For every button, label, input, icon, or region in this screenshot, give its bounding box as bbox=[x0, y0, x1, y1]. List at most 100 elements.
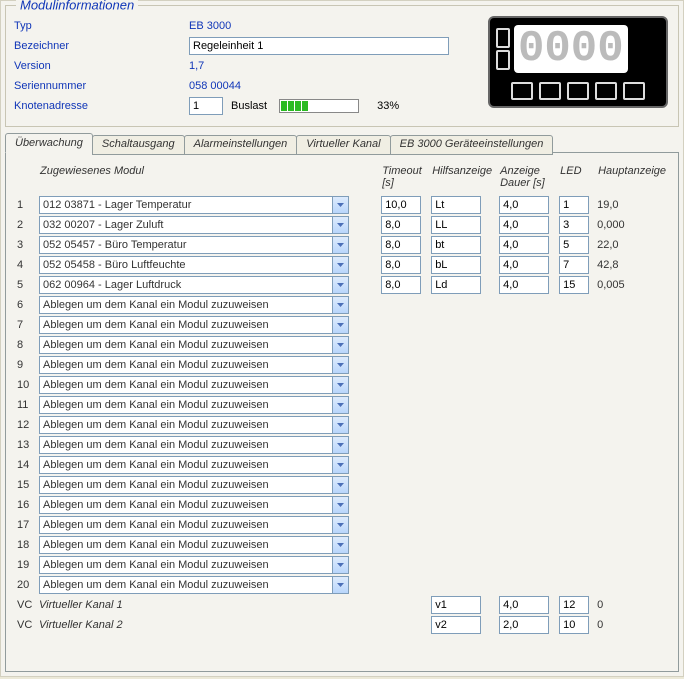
module-combo-input[interactable] bbox=[39, 316, 332, 334]
tab-schaltausgang[interactable]: Schaltausgang bbox=[92, 135, 185, 155]
module-combo[interactable] bbox=[39, 496, 349, 514]
module-combo[interactable] bbox=[39, 316, 349, 334]
module-combo[interactable] bbox=[39, 536, 349, 554]
timeout-input[interactable] bbox=[381, 196, 421, 214]
chevron-down-icon[interactable] bbox=[332, 476, 349, 494]
chevron-down-icon[interactable] bbox=[332, 276, 349, 294]
chevron-down-icon[interactable] bbox=[332, 256, 349, 274]
module-combo[interactable] bbox=[39, 276, 349, 294]
module-combo[interactable] bbox=[39, 396, 349, 414]
dauer-input[interactable] bbox=[499, 236, 549, 254]
module-combo-input[interactable] bbox=[39, 336, 332, 354]
bezeichner-input[interactable] bbox=[189, 37, 449, 55]
module-combo[interactable] bbox=[39, 336, 349, 354]
table-row: 17 bbox=[14, 515, 670, 535]
led-input[interactable] bbox=[559, 256, 589, 274]
timeout-input[interactable] bbox=[381, 256, 421, 274]
module-combo[interactable] bbox=[39, 256, 349, 274]
row-number: 7 bbox=[14, 315, 36, 335]
hilfsanzeige-input[interactable] bbox=[431, 596, 481, 614]
module-combo-input[interactable] bbox=[39, 436, 332, 454]
led-input[interactable] bbox=[559, 196, 589, 214]
module-combo[interactable] bbox=[39, 556, 349, 574]
chevron-down-icon[interactable] bbox=[332, 196, 349, 214]
chevron-down-icon[interactable] bbox=[332, 496, 349, 514]
module-combo-input[interactable] bbox=[39, 536, 332, 554]
tab-alarm[interactable]: Alarmeinstellungen bbox=[184, 135, 298, 155]
lcd-indicator-box bbox=[623, 82, 645, 100]
module-combo-input[interactable] bbox=[39, 396, 332, 414]
module-combo-input[interactable] bbox=[39, 416, 332, 434]
module-combo-input[interactable] bbox=[39, 376, 332, 394]
timeout-input[interactable] bbox=[381, 236, 421, 254]
module-combo[interactable] bbox=[39, 376, 349, 394]
led-input[interactable] bbox=[559, 216, 589, 234]
hilfsanzeige-input[interactable] bbox=[431, 616, 481, 634]
chevron-down-icon[interactable] bbox=[332, 396, 349, 414]
hilfsanzeige-input[interactable] bbox=[431, 236, 481, 254]
chevron-down-icon[interactable] bbox=[332, 316, 349, 334]
module-combo[interactable] bbox=[39, 236, 349, 254]
hilfsanzeige-input[interactable] bbox=[431, 256, 481, 274]
module-combo[interactable] bbox=[39, 416, 349, 434]
module-combo[interactable] bbox=[39, 296, 349, 314]
module-combo-input[interactable] bbox=[39, 196, 332, 214]
module-combo-input[interactable] bbox=[39, 476, 332, 494]
timeout-input[interactable] bbox=[381, 276, 421, 294]
chevron-down-icon[interactable] bbox=[332, 456, 349, 474]
chevron-down-icon[interactable] bbox=[332, 416, 349, 434]
hilfsanzeige-input[interactable] bbox=[431, 216, 481, 234]
module-combo-input[interactable] bbox=[39, 356, 332, 374]
module-combo[interactable] bbox=[39, 576, 349, 594]
chevron-down-icon[interactable] bbox=[332, 576, 349, 594]
module-combo[interactable] bbox=[39, 436, 349, 454]
hilfsanzeige-input[interactable] bbox=[431, 276, 481, 294]
module-combo-input[interactable] bbox=[39, 236, 332, 254]
timeout-input[interactable] bbox=[381, 216, 421, 234]
tab-geraeteeinstellungen[interactable]: EB 3000 Geräteeinstellungen bbox=[390, 135, 554, 155]
vc-name: Virtueller Kanal 1 bbox=[36, 595, 378, 615]
chevron-down-icon[interactable] bbox=[332, 536, 349, 554]
module-combo-input[interactable] bbox=[39, 496, 332, 514]
module-combo-input[interactable] bbox=[39, 256, 332, 274]
chevron-down-icon[interactable] bbox=[332, 356, 349, 374]
chevron-down-icon[interactable] bbox=[332, 436, 349, 454]
dauer-input[interactable] bbox=[499, 196, 549, 214]
table-row: 7 bbox=[14, 315, 670, 335]
tab-virtueller-kanal[interactable]: Virtueller Kanal bbox=[296, 135, 390, 155]
module-combo-input[interactable] bbox=[39, 216, 332, 234]
module-combo-input[interactable] bbox=[39, 456, 332, 474]
row-number: 15 bbox=[14, 475, 36, 495]
module-combo-input[interactable] bbox=[39, 556, 332, 574]
module-combo[interactable] bbox=[39, 476, 349, 494]
module-combo[interactable] bbox=[39, 356, 349, 374]
dauer-input[interactable] bbox=[499, 276, 549, 294]
module-combo-input[interactable] bbox=[39, 296, 332, 314]
dauer-input[interactable] bbox=[499, 616, 549, 634]
module-combo-input[interactable] bbox=[39, 276, 332, 294]
chevron-down-icon[interactable] bbox=[332, 376, 349, 394]
led-input[interactable] bbox=[559, 236, 589, 254]
knotenadresse-input[interactable] bbox=[189, 97, 223, 115]
lcd-indicator-box bbox=[511, 82, 533, 100]
tab-ueberwachung[interactable]: Überwachung bbox=[5, 133, 93, 153]
module-combo[interactable] bbox=[39, 216, 349, 234]
chevron-down-icon[interactable] bbox=[332, 236, 349, 254]
chevron-down-icon[interactable] bbox=[332, 336, 349, 354]
chevron-down-icon[interactable] bbox=[332, 516, 349, 534]
led-input[interactable] bbox=[559, 616, 589, 634]
dauer-input[interactable] bbox=[499, 596, 549, 614]
led-input[interactable] bbox=[559, 276, 589, 294]
chevron-down-icon[interactable] bbox=[332, 296, 349, 314]
module-combo-input[interactable] bbox=[39, 576, 332, 594]
dauer-input[interactable] bbox=[499, 256, 549, 274]
chevron-down-icon[interactable] bbox=[332, 556, 349, 574]
hilfsanzeige-input[interactable] bbox=[431, 196, 481, 214]
module-combo[interactable] bbox=[39, 196, 349, 214]
chevron-down-icon[interactable] bbox=[332, 216, 349, 234]
module-combo-input[interactable] bbox=[39, 516, 332, 534]
dauer-input[interactable] bbox=[499, 216, 549, 234]
led-input[interactable] bbox=[559, 596, 589, 614]
module-combo[interactable] bbox=[39, 516, 349, 534]
module-combo[interactable] bbox=[39, 456, 349, 474]
